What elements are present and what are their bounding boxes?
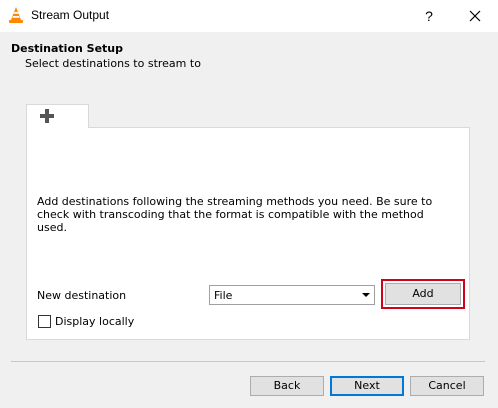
description-text: Add destinations following the streaming… bbox=[37, 195, 433, 234]
back-button[interactable]: Back bbox=[250, 376, 324, 396]
display-locally-checkbox[interactable] bbox=[38, 315, 51, 328]
page-subtitle: Select destinations to stream to bbox=[25, 57, 201, 70]
vlc-cone-icon bbox=[9, 7, 23, 23]
close-button[interactable] bbox=[458, 3, 492, 29]
destination-type-select[interactable]: File bbox=[209, 285, 375, 305]
title-bar: Stream Output ? bbox=[0, 0, 498, 32]
new-destination-label: New destination bbox=[37, 289, 127, 302]
window-title: Stream Output bbox=[31, 8, 110, 22]
next-button[interactable]: Next bbox=[330, 376, 404, 396]
tab-add-destination[interactable] bbox=[26, 104, 89, 128]
close-icon bbox=[469, 10, 481, 22]
display-locally-label[interactable]: Display locally bbox=[55, 315, 134, 328]
chevron-down-icon bbox=[362, 293, 370, 297]
plus-icon bbox=[40, 109, 54, 123]
add-button[interactable]: Add bbox=[385, 283, 461, 305]
page-title: Destination Setup bbox=[11, 42, 124, 55]
cancel-button[interactable]: Cancel bbox=[410, 376, 484, 396]
destination-panel: Add destinations following the streaming… bbox=[26, 127, 470, 340]
destination-type-value: File bbox=[214, 289, 233, 302]
wizard-header: Destination Setup Select destinations to… bbox=[0, 32, 498, 76]
footer-divider bbox=[11, 361, 485, 362]
help-button[interactable]: ? bbox=[414, 3, 444, 29]
